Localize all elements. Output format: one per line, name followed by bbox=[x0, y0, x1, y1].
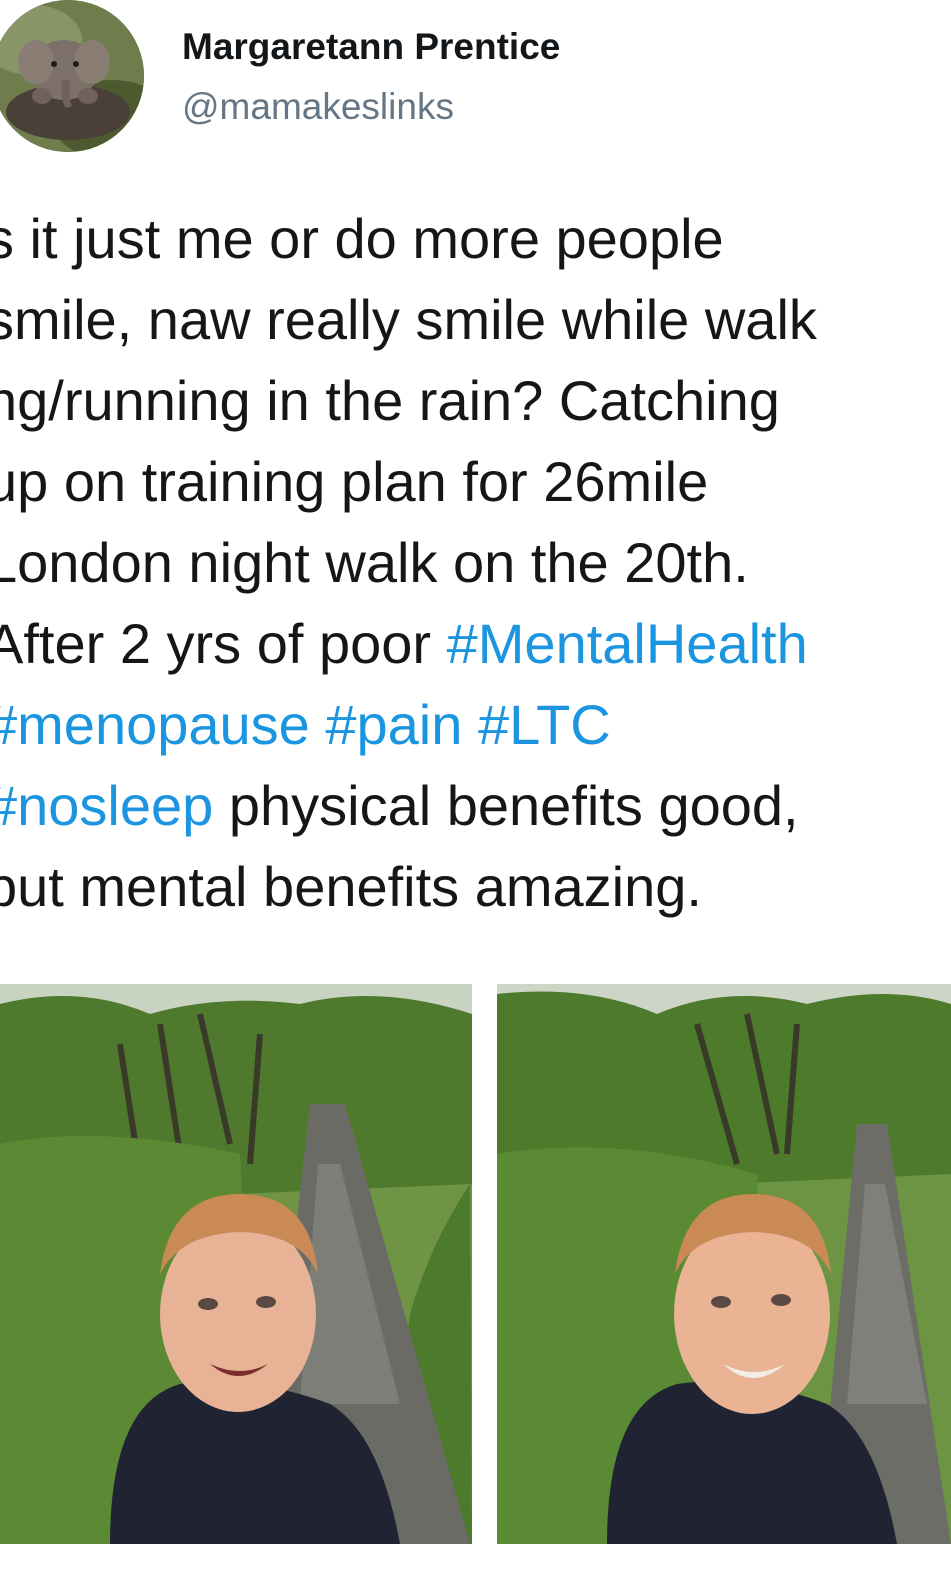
tweet-text-segment: up on training plan for 26mile bbox=[0, 450, 709, 513]
hashtag-link[interactable]: #menopause bbox=[0, 693, 310, 756]
tweet-header: Margaretann Prentice @mamakeslinks bbox=[0, 0, 951, 170]
tweet-text-line: London night walk on the 20th. bbox=[0, 522, 951, 603]
tweet-text-line: #nosleep physical benefits good, bbox=[0, 765, 951, 846]
tweet-text-segment: but mental benefits amazing. bbox=[0, 855, 702, 918]
tweet-text-segment: London night walk on the 20th. bbox=[0, 531, 749, 594]
tweet-text-segment: physical benefits good, bbox=[213, 774, 799, 837]
tweet-text-segment bbox=[462, 693, 478, 756]
tweet-text-line: #menopause #pain #LTC bbox=[0, 684, 951, 765]
tweet-text-line: up on training plan for 26mile bbox=[0, 441, 951, 522]
tweet-text: s it just me or do more people smile, naw… bbox=[0, 198, 951, 927]
photo-selfie-rain-path-2[interactable] bbox=[497, 984, 951, 1544]
author-handle[interactable]: @mamakeslinks bbox=[182, 86, 454, 128]
tweet-text-line: After 2 yrs of poor #MentalHealth bbox=[0, 603, 951, 684]
hashtag-link[interactable]: #LTC bbox=[478, 693, 611, 756]
media-grid bbox=[0, 984, 951, 1544]
tweet-text-segment bbox=[310, 693, 326, 756]
tweet-text-line: smile, naw really smile while walk bbox=[0, 279, 951, 360]
tweet-text-line: but mental benefits amazing. bbox=[0, 846, 951, 927]
tweet-text-segment: After 2 yrs of poor bbox=[0, 612, 447, 675]
tweet-text-segment: smile, naw really smile while walk bbox=[0, 288, 817, 351]
photo-selfie-rain-path-1[interactable] bbox=[0, 984, 472, 1544]
hashtag-link[interactable]: #pain bbox=[325, 693, 462, 756]
tweet-text-segment: s it just me or do more people bbox=[0, 207, 724, 270]
tweet-text-line: s it just me or do more people bbox=[0, 198, 951, 279]
hashtag-link[interactable]: #nosleep bbox=[0, 774, 213, 837]
hashtag-link[interactable]: #MentalHealth bbox=[447, 612, 808, 675]
author-display-name[interactable]: Margaretann Prentice bbox=[182, 26, 560, 68]
elephant-avatar-icon[interactable] bbox=[0, 0, 144, 152]
tweet-text-line: ng/running in the rain? Catching bbox=[0, 360, 951, 441]
tweet-text-segment: ng/running in the rain? Catching bbox=[0, 369, 780, 432]
